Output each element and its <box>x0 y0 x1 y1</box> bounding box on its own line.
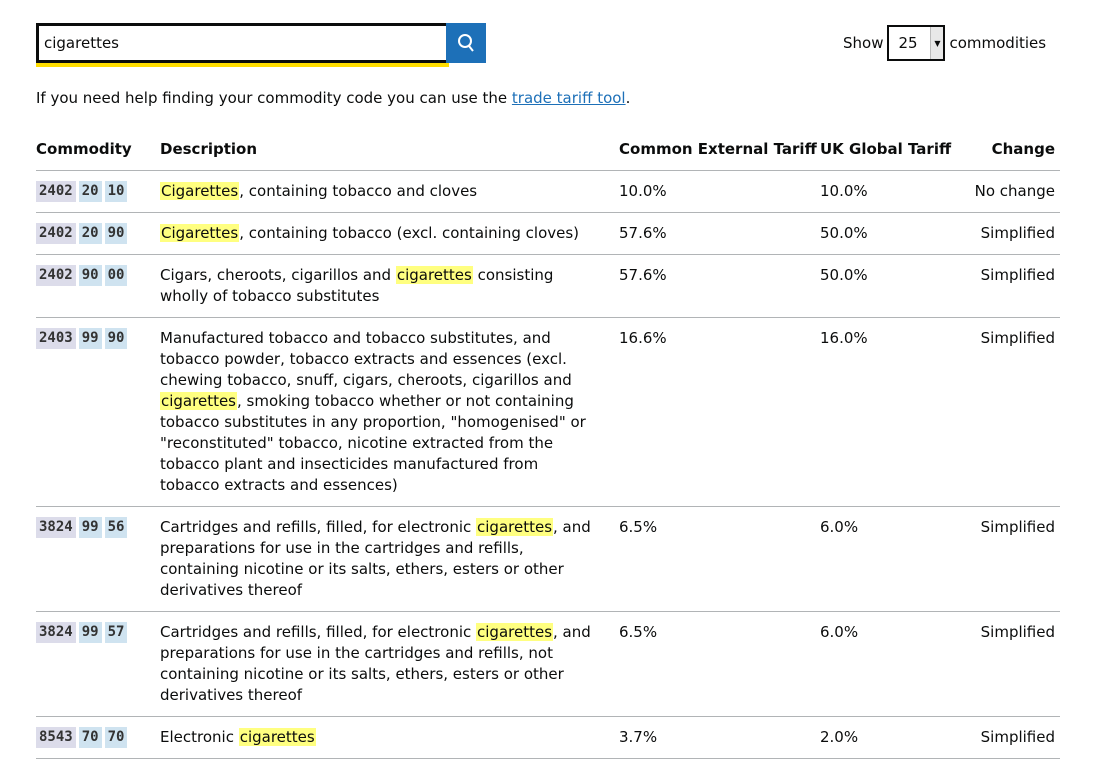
table-header: Commodity Description Common External Ta… <box>36 132 1060 171</box>
header-change: Change <box>965 132 1060 171</box>
cet-value: 57.6% <box>619 254 820 318</box>
description: Cartridges and refills, filled, for elec… <box>160 506 619 612</box>
table-row: 2402 20 90 Cigarettes, containing tobacco … <box>36 212 1060 255</box>
search-highlight: cigarettes <box>160 392 237 410</box>
page-size-value: 25 <box>898 34 918 52</box>
commodity-code: 8543 70 70 <box>36 716 160 759</box>
table-row: 8543 70 70 Electronic cigarettes 3.7% 2.0%… <box>36 716 1060 759</box>
page-size-control: Show 25 ▼ commodities <box>843 23 1046 63</box>
commodity-code: 2402 20 90 <box>36 212 160 255</box>
description-pre: Cartridges and refills, filled, for elec… <box>160 518 477 536</box>
change-value: Simplified <box>965 212 1060 255</box>
code-chapter: 3824 <box>36 622 76 643</box>
code-chapter: 3824 <box>36 517 76 538</box>
cet-value: 10.0% <box>619 170 820 213</box>
code-subheading: 56 <box>104 517 128 538</box>
cet-value: 57.6% <box>619 212 820 255</box>
header-ukgt: UK Global Tariff <box>820 132 966 171</box>
help-text-end: . <box>625 89 631 107</box>
header-cet: Common External Tariff <box>619 132 820 171</box>
code-subheading: 90 <box>104 328 128 349</box>
code-subheading: 10 <box>104 181 128 202</box>
ukgt-value: 50.0% <box>820 212 966 255</box>
code-subheading: 57 <box>104 622 128 643</box>
code-heading: 70 <box>78 727 102 748</box>
description-pre: Cartridges and refills, filled, for elec… <box>160 623 477 641</box>
code-subheading: 90 <box>104 223 128 244</box>
code-heading: 99 <box>78 517 102 538</box>
code-subheading: 00 <box>104 265 128 286</box>
table-row: 2402 90 00 Cigars, cheroots, cigarillos an… <box>36 254 1060 318</box>
change-value: No change <box>965 170 1060 213</box>
search-highlight: cigarettes <box>395 266 473 284</box>
header-commodity: Commodity <box>36 132 160 171</box>
commodity-table: Commodity Description Common External Ta… <box>36 132 1060 759</box>
help-text: If you need help finding your commodity … <box>36 89 630 107</box>
commodity-code: 3824 99 56 <box>36 506 160 612</box>
commodity-code: 2402 90 00 <box>36 254 160 318</box>
ukgt-value: 16.0% <box>820 317 966 507</box>
change-value: Simplified <box>965 254 1060 318</box>
ukgt-value: 10.0% <box>820 170 966 213</box>
search-input[interactable] <box>36 23 449 63</box>
code-chapter: 2402 <box>36 265 76 286</box>
commodity-code: 2402 20 10 <box>36 170 160 213</box>
ukgt-value: 50.0% <box>820 254 966 318</box>
description: Cigars, cheroots, cigarillos and cigaret… <box>160 254 619 318</box>
description: Electronic cigarettes <box>160 716 619 759</box>
show-label: Show <box>843 34 884 52</box>
cet-value: 16.6% <box>619 317 820 507</box>
description: Cigarettes, containing tobacco (excl. co… <box>160 212 619 255</box>
cet-value: 3.7% <box>619 716 820 759</box>
search-highlight: Cigarettes <box>160 224 240 242</box>
code-heading: 99 <box>78 622 102 643</box>
description-pre: Cigars, cheroots, cigarillos and <box>160 266 396 284</box>
help-text-body: If you need help finding your commodity … <box>36 89 512 107</box>
code-chapter: 2403 <box>36 328 76 349</box>
table-row: 3824 99 57 Cartridges and refills, filled,… <box>36 611 1060 717</box>
cet-value: 6.5% <box>619 506 820 612</box>
commodity-code: 2403 99 90 <box>36 317 160 507</box>
trade-tariff-link[interactable]: trade tariff tool <box>512 89 626 107</box>
code-heading: 99 <box>78 328 102 349</box>
commodities-label: commodities <box>949 34 1047 52</box>
change-value: Simplified <box>965 716 1060 759</box>
commodity-code: 3824 99 57 <box>36 611 160 717</box>
search-icon <box>458 34 474 52</box>
code-subheading: 70 <box>104 727 128 748</box>
code-chapter: 2402 <box>36 223 76 244</box>
search-button[interactable] <box>446 23 486 63</box>
search-highlight: cigarettes <box>476 623 554 641</box>
description: Manufactured tobacco and tobacco substit… <box>160 317 619 507</box>
table-row: 2402 20 10 Cigarettes, containing tobacco … <box>36 170 1060 213</box>
code-heading: 20 <box>78 223 102 244</box>
code-chapter: 2402 <box>36 181 76 202</box>
description: Cartridges and refills, filled, for elec… <box>160 611 619 717</box>
search-highlight: cigarettes <box>238 728 316 746</box>
description-pre: Manufactured tobacco and tobacco substit… <box>160 329 572 389</box>
chevron-down-icon: ▼ <box>930 27 944 59</box>
code-heading: 90 <box>78 265 102 286</box>
change-value: Simplified <box>965 506 1060 612</box>
change-value: Simplified <box>965 611 1060 717</box>
code-chapter: 8543 <box>36 727 76 748</box>
description-post: , containing tobacco (excl. containing c… <box>239 224 580 242</box>
description: Cigarettes, containing tobacco and clove… <box>160 170 619 213</box>
table-row: 3824 99 56 Cartridges and refills, filled,… <box>36 506 1060 612</box>
ukgt-value: 6.0% <box>820 506 966 612</box>
header-description: Description <box>160 132 619 171</box>
search-highlight: Cigarettes <box>160 182 240 200</box>
page-size-select[interactable]: 25 ▼ <box>887 25 946 61</box>
ukgt-value: 2.0% <box>820 716 966 759</box>
code-heading: 20 <box>78 181 102 202</box>
description-pre: Electronic <box>160 728 239 746</box>
search-highlight: cigarettes <box>476 518 554 536</box>
description-post: , containing tobacco and cloves <box>239 182 478 200</box>
ukgt-value: 6.0% <box>820 611 966 717</box>
cet-value: 6.5% <box>619 611 820 717</box>
change-value: Simplified <box>965 317 1060 507</box>
table-row: 2403 99 90 Manufactured tobacco and tobacc… <box>36 317 1060 507</box>
